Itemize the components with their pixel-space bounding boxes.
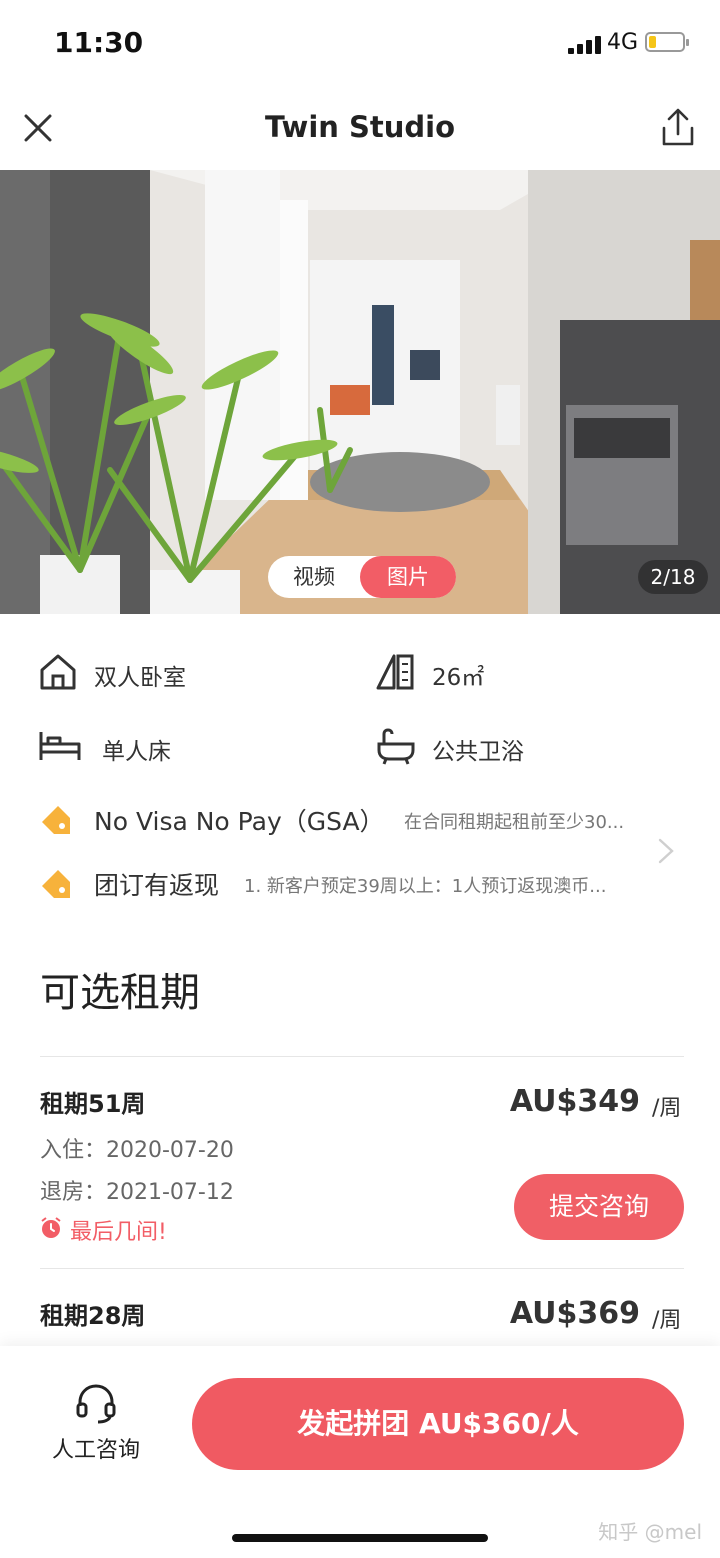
network-type: 4G bbox=[607, 30, 639, 55]
tab-video[interactable]: 视频 bbox=[268, 556, 360, 598]
headset-icon bbox=[74, 1382, 118, 1426]
lease-price-unit: /周 bbox=[652, 1308, 682, 1333]
feature-bed: 单人床 bbox=[38, 726, 298, 766]
lease-title: 租期51周 bbox=[40, 1090, 146, 1118]
promo-gsa[interactable]: No Visa No Pay（GSA） 在合同租期起租前至少30... bbox=[40, 800, 700, 840]
share-icon[interactable] bbox=[658, 106, 698, 150]
status-bar: 11:30 4G bbox=[0, 0, 720, 88]
lease-price-unit: /周 bbox=[652, 1096, 682, 1121]
watermark: 知乎 @mel bbox=[598, 1520, 702, 1544]
chevron-right-icon[interactable] bbox=[656, 836, 676, 866]
lease-title: 租期28周 bbox=[40, 1302, 146, 1330]
start-group-booking-button[interactable]: 发起拼团 AU$360/人 bbox=[192, 1378, 684, 1470]
submit-enquiry-button[interactable]: 提交咨询 bbox=[514, 1174, 684, 1240]
check-in-date: 入住：2020-07-20 bbox=[40, 1138, 234, 1163]
promo-title: 团订有返现 bbox=[94, 871, 220, 900]
photo-counter: 2/18 bbox=[638, 560, 708, 594]
feature-bathroom: 公共卫浴 bbox=[376, 726, 636, 766]
scarcity-text: 最后几间! bbox=[70, 1220, 167, 1245]
feature-area: 26㎡ bbox=[376, 652, 636, 692]
promo-desc: 1. 新客户预定39周以上：1人预订返现澳币... bbox=[244, 876, 607, 897]
house-icon bbox=[38, 652, 78, 692]
ruler-icon bbox=[376, 652, 416, 692]
nav-bar: Twin Studio bbox=[0, 88, 720, 170]
status-time: 11:30 bbox=[54, 26, 144, 59]
lease-price: AU$349 bbox=[509, 1084, 640, 1119]
promo-group-cashback[interactable]: 团订有返现 1. 新客户预定39周以上：1人预订返现澳币... bbox=[40, 864, 700, 904]
tag-icon bbox=[40, 868, 72, 900]
tab-photo[interactable]: 图片 bbox=[360, 556, 456, 598]
check-out-date: 退房：2021-07-12 bbox=[40, 1180, 234, 1205]
customer-service-label: 人工咨询 bbox=[51, 1438, 140, 1463]
area-label: 26㎡ bbox=[432, 665, 485, 691]
lease-price: AU$369 bbox=[509, 1296, 640, 1331]
room-type-label: 双人卧室 bbox=[94, 665, 186, 691]
home-indicator[interactable] bbox=[232, 1534, 488, 1542]
bed-label: 单人床 bbox=[102, 739, 171, 765]
bed-icon bbox=[38, 726, 81, 766]
alarm-clock-icon bbox=[40, 1217, 62, 1239]
lease-section-title: 可选租期 bbox=[40, 970, 200, 1016]
battery-icon bbox=[645, 32, 689, 52]
customer-service-button[interactable]: 人工咨询 bbox=[40, 1382, 152, 1472]
promo-desc: 在合同租期起租前至少30... bbox=[404, 812, 625, 833]
room-photo-gallery[interactable]: 视频 图片 2/18 bbox=[0, 170, 720, 614]
battery-level bbox=[649, 36, 656, 48]
bathtub-icon bbox=[376, 726, 416, 766]
tag-icon bbox=[40, 804, 72, 836]
feature-room-type: 双人卧室 bbox=[38, 652, 298, 692]
room-photo bbox=[0, 170, 720, 614]
divider bbox=[40, 1056, 684, 1057]
signal-icon bbox=[568, 36, 602, 54]
promo-title: No Visa No Pay（GSA） bbox=[94, 807, 385, 836]
bathroom-label: 公共卫浴 bbox=[432, 739, 524, 765]
media-toggle: 视频 图片 bbox=[268, 556, 456, 598]
page-title: Twin Studio bbox=[264, 110, 456, 144]
divider bbox=[40, 1268, 684, 1269]
